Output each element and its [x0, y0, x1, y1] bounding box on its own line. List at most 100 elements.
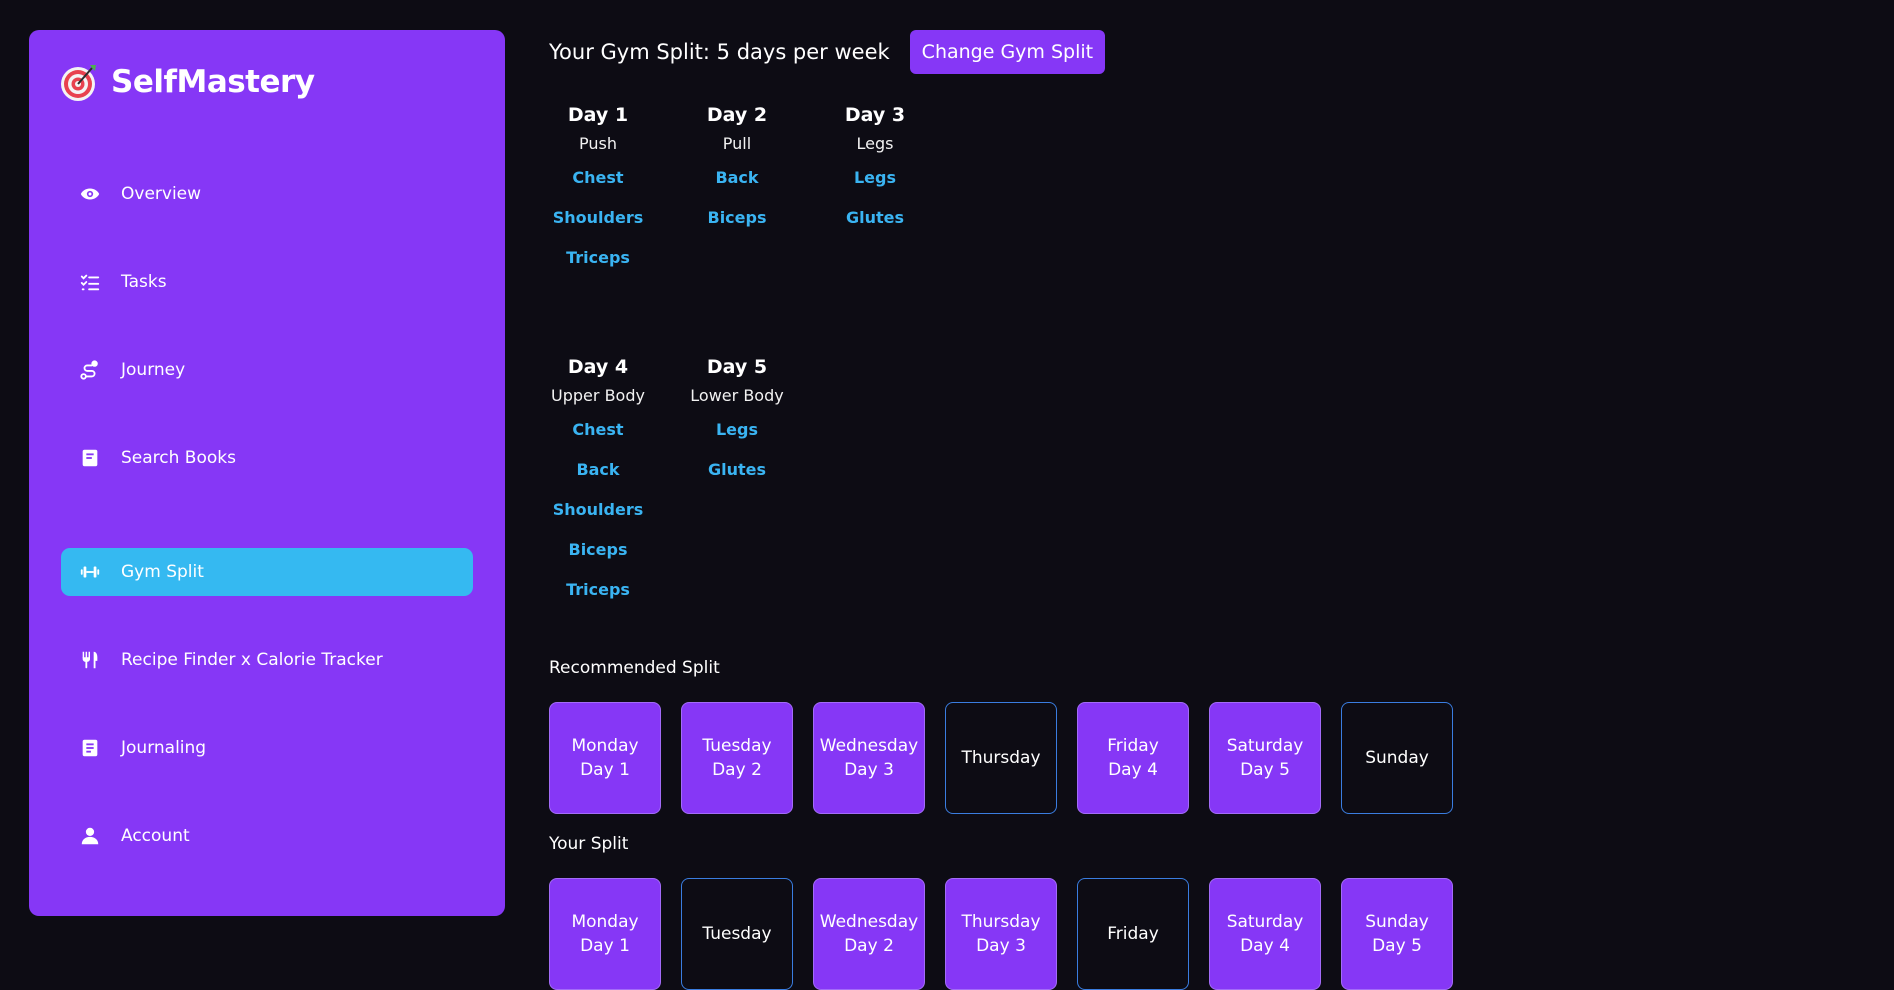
sidebar-item-label: Search Books — [121, 448, 236, 468]
day-card: Day 3 Legs Legs Glutes — [805, 100, 945, 238]
assigned-day-label: Day 2 — [844, 936, 894, 956]
sidebar-item-label: Overview — [121, 184, 202, 204]
sidebar-item-label: Account — [121, 826, 190, 846]
muscle-link[interactable]: Legs — [667, 410, 807, 450]
assigned-day-label: Day 2 — [712, 760, 762, 780]
weekday-label: Wednesday — [819, 736, 919, 756]
sidebar-item-tasks[interactable]: Tasks — [61, 258, 473, 306]
sidebar-item-overview[interactable]: Overview — [61, 170, 473, 218]
day-card: Day 2 Pull Back Biceps — [667, 100, 807, 238]
page-header: Your Gym Split: 5 days per week Change G… — [549, 30, 1106, 74]
sidebar: SelfMastery Overview Tasks Journey Searc… — [29, 30, 505, 916]
assigned-day-label: Day 1 — [580, 760, 630, 780]
day-type: Upper Body — [551, 386, 645, 405]
recommended-day-saturday[interactable]: Saturday Day 5 — [1209, 702, 1321, 814]
recommended-split-label: Recommended Split — [549, 658, 720, 678]
day-title: Day 1 — [567, 104, 629, 126]
day-type: Push — [579, 134, 617, 153]
sidebar-item-label: Tasks — [121, 272, 167, 292]
muscle-link[interactable]: Biceps — [667, 198, 807, 238]
recommended-day-monday[interactable]: Monday Day 1 — [549, 702, 661, 814]
weekday-label: Wednesday — [819, 912, 919, 932]
weekday-label: Saturday — [1226, 912, 1304, 932]
your-day-thursday[interactable]: Thursday Day 3 — [945, 878, 1057, 990]
day-type: Pull — [722, 134, 752, 153]
weekday-label: Monday — [571, 912, 639, 932]
your-day-monday[interactable]: Monday Day 1 — [549, 878, 661, 990]
day-type: Legs — [856, 134, 894, 153]
sidebar-item-gym-split[interactable]: Gym Split — [61, 548, 473, 596]
muscle-link[interactable]: Shoulders — [528, 490, 668, 530]
your-day-saturday[interactable]: Saturday Day 4 — [1209, 878, 1321, 990]
weekday-label: Thursday — [961, 748, 1041, 768]
muscle-link[interactable]: Chest — [528, 158, 668, 198]
muscle-link[interactable]: Legs — [805, 158, 945, 198]
muscle-link[interactable]: Shoulders — [528, 198, 668, 238]
day-title: Day 5 — [706, 356, 768, 378]
book-icon — [79, 447, 101, 469]
muscle-link[interactable]: Back — [667, 158, 807, 198]
journal-icon — [79, 737, 101, 759]
change-gym-split-button[interactable]: Change Gym Split — [909, 30, 1106, 74]
sidebar-item-label: Gym Split — [121, 562, 204, 582]
your-day-sunday[interactable]: Sunday Day 5 — [1341, 878, 1453, 990]
sidebar-item-label: Journaling — [121, 738, 207, 758]
route-icon — [79, 359, 101, 381]
sidebar-item-search-books[interactable]: Search Books — [61, 434, 473, 482]
sidebar-item-journey[interactable]: Journey — [61, 346, 473, 394]
weekday-label: Thursday — [961, 912, 1041, 932]
muscle-link[interactable]: Biceps — [528, 530, 668, 570]
muscle-link[interactable]: Chest — [528, 410, 668, 450]
recommended-day-thursday[interactable]: Thursday — [945, 702, 1057, 814]
sidebar-item-label: Recipe Finder x Calorie Tracker — [121, 650, 383, 670]
muscle-link[interactable]: Triceps — [528, 238, 668, 278]
user-icon — [79, 825, 101, 847]
assigned-day-label: Day 5 — [1372, 936, 1422, 956]
sidebar-item-recipe-finder[interactable]: Recipe Finder x Calorie Tracker — [61, 636, 473, 684]
utensils-icon — [79, 649, 101, 671]
day-card: Day 1 Push Chest Shoulders Triceps — [528, 100, 668, 278]
checklist-icon — [79, 271, 101, 293]
recommended-day-sunday[interactable]: Sunday — [1341, 702, 1453, 814]
page-title: Your Gym Split: 5 days per week — [549, 40, 890, 64]
assigned-day-label: Day 4 — [1240, 936, 1290, 956]
muscle-link[interactable]: Triceps — [528, 570, 668, 610]
assigned-day-label: Day 1 — [580, 936, 630, 956]
assigned-day-label: Day 3 — [844, 760, 894, 780]
your-week-row: Monday Day 1 Tuesday Wednesday Day 2 Thu… — [549, 878, 1453, 990]
sidebar-item-label: Journey — [121, 360, 186, 380]
weekday-label: Friday — [1107, 924, 1159, 944]
recommended-week-row: Monday Day 1 Tuesday Day 2 Wednesday Day… — [549, 702, 1453, 814]
day-title: Day 2 — [706, 104, 768, 126]
assigned-day-label: Day 3 — [976, 936, 1026, 956]
target-icon — [61, 65, 96, 101]
weekday-label: Monday — [571, 736, 639, 756]
day-type: Lower Body — [690, 386, 784, 405]
weekday-label: Friday — [1107, 736, 1159, 756]
your-day-friday[interactable]: Friday — [1077, 878, 1189, 990]
weekday-label: Tuesday — [702, 736, 772, 756]
weekday-label: Tuesday — [702, 924, 772, 944]
weekday-label: Saturday — [1226, 736, 1304, 756]
your-day-tuesday[interactable]: Tuesday — [681, 878, 793, 990]
dumbbell-icon — [79, 561, 101, 583]
eye-icon — [79, 183, 101, 205]
sidebar-item-journaling[interactable]: Journaling — [61, 724, 473, 772]
muscle-link[interactable]: Glutes — [667, 450, 807, 490]
app-name: SelfMastery — [111, 64, 315, 100]
recommended-day-friday[interactable]: Friday Day 4 — [1077, 702, 1189, 814]
muscle-link[interactable]: Glutes — [805, 198, 945, 238]
recommended-day-wednesday[interactable]: Wednesday Day 3 — [813, 702, 925, 814]
day-card: Day 4 Upper Body Chest Back Shoulders Bi… — [528, 352, 668, 610]
assigned-day-label: Day 5 — [1240, 760, 1290, 780]
your-day-wednesday[interactable]: Wednesday Day 2 — [813, 878, 925, 990]
sidebar-item-account[interactable]: Account — [61, 812, 473, 860]
assigned-day-label: Day 4 — [1108, 760, 1158, 780]
day-title: Day 3 — [844, 104, 906, 126]
weekday-label: Sunday — [1365, 748, 1429, 768]
brand[interactable]: SelfMastery — [59, 62, 315, 102]
weekday-label: Sunday — [1365, 912, 1429, 932]
recommended-day-tuesday[interactable]: Tuesday Day 2 — [681, 702, 793, 814]
day-card: Day 5 Lower Body Legs Glutes — [667, 352, 807, 490]
muscle-link[interactable]: Back — [528, 450, 668, 490]
